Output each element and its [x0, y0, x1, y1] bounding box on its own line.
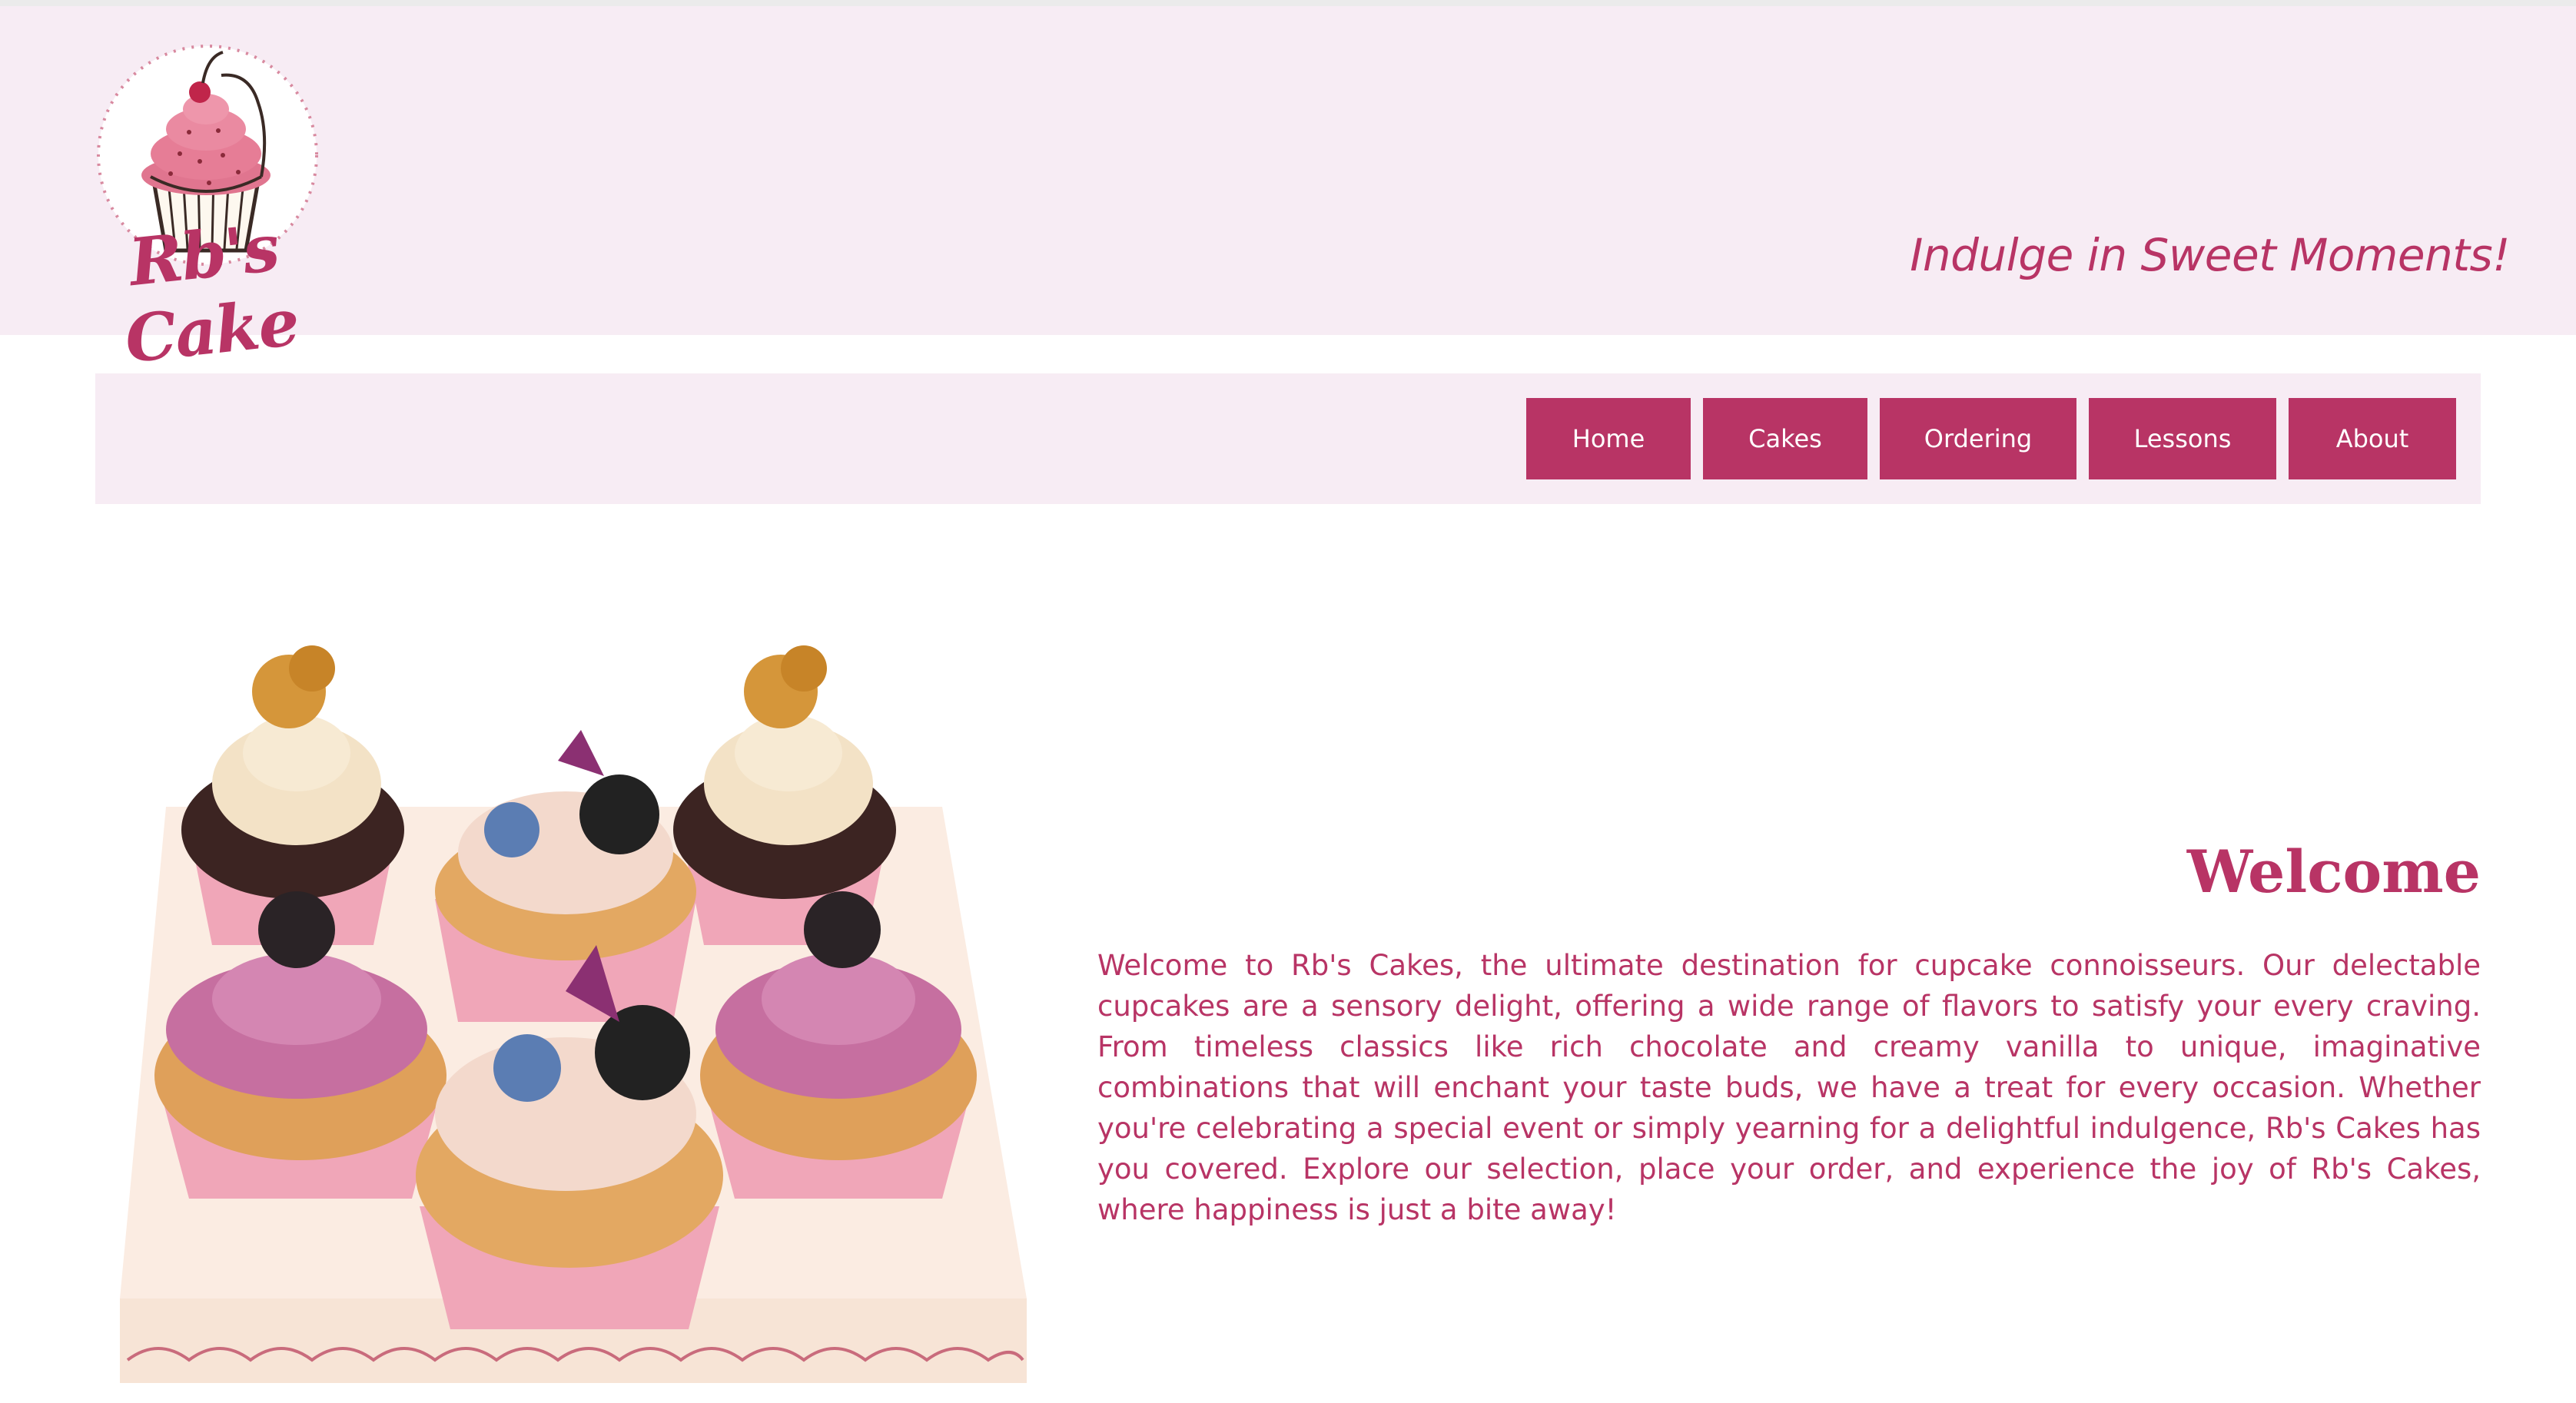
logo-text: Rb's Cake	[121, 209, 302, 378]
nav-list: Home Cakes Ordering Lessons About	[1526, 398, 2456, 479]
nav-lessons-button[interactable]: Lessons	[2089, 398, 2276, 479]
nav-home-button[interactable]: Home	[1526, 398, 1691, 479]
site-header: Rb's Cake Indulge in Sweet Moments!	[0, 6, 2576, 377]
nav-ordering-button[interactable]: Ordering	[1880, 398, 2076, 479]
main-navigation: Home Cakes Ordering Lessons About	[95, 373, 2481, 504]
cupcakes-photo-icon	[120, 645, 1027, 1383]
logo[interactable]: Rb's Cake	[77, 41, 338, 377]
welcome-paragraph: Welcome to Rb's Cakes, the ultimate dest…	[1097, 949, 2481, 1226]
hero-image-cupcakes	[112, 622, 1034, 1391]
tagline: Indulge in Sweet Moments!	[1910, 229, 2510, 281]
top-border	[0, 0, 2576, 6]
nav-about-button[interactable]: About	[2289, 398, 2456, 479]
welcome-heading: Welcome	[2186, 837, 2481, 906]
nav-cakes-button[interactable]: Cakes	[1703, 398, 1867, 479]
